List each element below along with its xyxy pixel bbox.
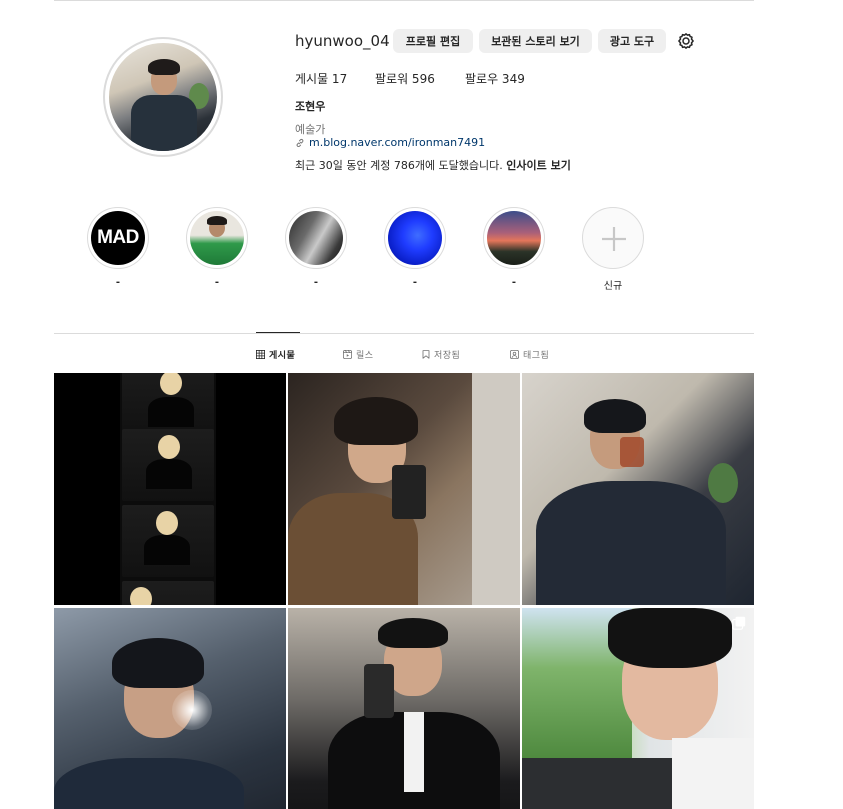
insight-link[interactable]: 인사이트 보기 [506,159,571,172]
highlight-cover [388,211,442,265]
post-thumbnail[interactable] [522,608,754,809]
highlight-cover [289,211,343,265]
highlight-label: - [115,277,121,288]
view-archive-button[interactable]: 보관된 스토리 보기 [479,29,592,53]
highlight-1[interactable]: MAD - [87,207,149,291]
highlight-label: - [313,277,319,288]
tabs-divider [54,333,754,334]
highlight-4[interactable]: - [384,207,446,291]
highlight-label: - [511,277,517,288]
tab-tagged[interactable]: 태그됨 [510,348,549,361]
post-thumbnail[interactable] [54,373,286,605]
plus-icon [602,227,626,251]
active-tab-indicator [256,332,300,333]
post-thumbnail[interactable] [288,608,520,809]
grid-icon [256,350,265,359]
following-count[interactable]: 팔로우 349 [465,70,525,87]
highlight-2[interactable]: - [186,207,248,291]
profile-avatar[interactable] [103,37,223,157]
followers-count[interactable]: 팔로워 596 [375,70,435,87]
tag-icon [510,350,519,359]
tab-label: 릴스 [356,351,374,361]
new-highlight-button[interactable]: 신규 [582,207,644,292]
full-name: 조현우 [295,100,326,113]
bookmark-icon [422,350,430,359]
highlight-3[interactable]: - [285,207,347,291]
tab-posts[interactable]: 게시물 [256,348,295,361]
insight-text: 최근 30일 동안 계정 786개에 도달했습니다. [295,159,503,172]
gear-icon[interactable] [677,32,695,50]
tab-reels[interactable]: 릴스 [343,348,374,361]
ad-tools-button[interactable]: 광고 도구 [598,29,666,53]
carousel-icon [732,616,746,630]
reels-icon [343,350,352,359]
bio-link[interactable]: m.blog.naver.com/ironman7491 [295,136,485,149]
highlight-cover [487,211,541,265]
highlight-5[interactable]: - [483,207,545,291]
tab-label: 저장됨 [434,351,461,361]
username: hyunwoo_04 [295,32,390,50]
highlight-label: - [214,277,220,288]
post-thumbnail[interactable] [54,608,286,809]
edit-profile-button[interactable]: 프로필 편집 [393,29,473,53]
top-divider [54,0,754,1]
new-highlight-label: 신규 [603,281,623,292]
insight-summary: 최근 30일 동안 계정 786개에 도달했습니다. 인사이트 보기 [295,157,571,173]
category-label: 예술가 [295,123,326,136]
posts-count: 게시물 17 [295,72,348,86]
post-thumbnail[interactable] [288,373,520,605]
highlight-mad-cover: MAD [91,211,145,265]
highlight-cover [190,211,244,265]
tab-label: 게시물 [269,351,296,361]
link-icon [296,138,304,147]
tab-label: 태그됨 [523,351,550,361]
post-thumbnail[interactable] [522,373,754,605]
link-text[interactable]: m.blog.naver.com/ironman7491 [309,136,485,149]
tab-saved[interactable]: 저장됨 [422,348,460,361]
avatar-photo [109,43,217,151]
highlight-label: - [412,277,418,288]
